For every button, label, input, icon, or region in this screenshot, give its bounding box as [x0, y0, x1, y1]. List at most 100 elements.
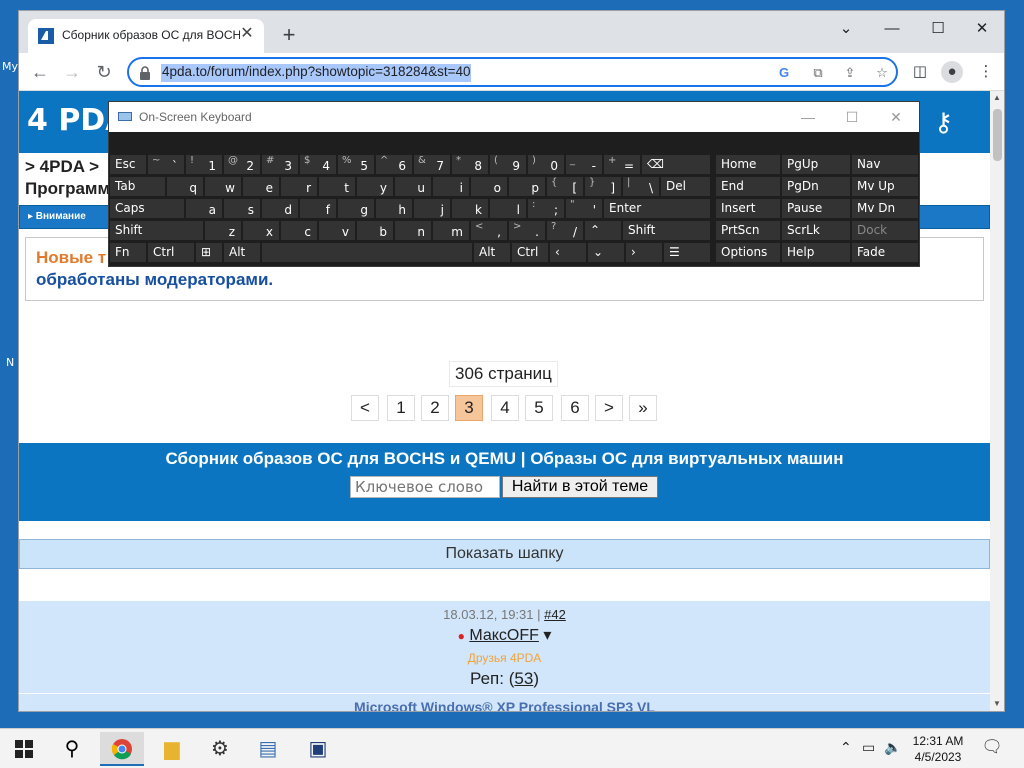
pause-key[interactable]: Pause	[781, 198, 851, 219]
address-bar[interactable]: 4pda.to/forum/index.php?showtopic=318284…	[127, 57, 898, 87]
notifications-icon[interactable]: 🗨	[980, 737, 1004, 761]
reload-button[interactable]: ↻	[91, 59, 117, 85]
fn-key[interactable]: Fn	[109, 242, 147, 263]
post-number-link[interactable]: #42	[544, 607, 566, 622]
left-ctrl-key[interactable]: Ctrl	[147, 242, 195, 263]
pages-count[interactable]: 306 страниц	[449, 361, 558, 387]
key-t[interactable]: t	[318, 176, 356, 197]
right-shift-key[interactable]: Shift	[622, 220, 711, 241]
page-scrollbar[interactable]: ▲ ▼	[990, 91, 1004, 711]
arrow-left-key[interactable]: ‹	[549, 242, 587, 263]
key-g[interactable]: g	[337, 198, 375, 219]
close-tab-icon[interactable]: ✕	[238, 25, 256, 43]
new-tab-button[interactable]: +	[278, 24, 300, 47]
right-alt-key[interactable]: Alt	[473, 242, 511, 263]
key-k[interactable]: k	[451, 198, 489, 219]
key-q[interactable]: q	[166, 176, 204, 197]
google-icon[interactable]: G	[775, 64, 793, 82]
menu-kebab-icon[interactable]: ⋮	[975, 61, 997, 83]
caps-key[interactable]: Caps	[109, 198, 185, 219]
key-f[interactable]: f	[299, 198, 337, 219]
fade-key[interactable]: Fade	[851, 242, 919, 263]
key-p[interactable]: p	[508, 176, 546, 197]
del-key[interactable]: Del	[660, 176, 711, 197]
mvdn-key[interactable]: Mv Dn	[851, 198, 919, 219]
page-button-4[interactable]: 4	[491, 395, 519, 421]
scroll-thumb[interactable]	[993, 109, 1002, 161]
key-y[interactable]: y	[356, 176, 394, 197]
key-6-row1[interactable]: ^ 6	[375, 154, 413, 175]
control-panel-icon[interactable]: ▤	[246, 732, 290, 766]
browser-tab[interactable]: Сборник образов ОС для BOCHS ✕	[28, 19, 264, 53]
page-button-5[interactable]: 5	[525, 395, 553, 421]
key-u[interactable]: u	[394, 176, 432, 197]
key-o[interactable]: o	[470, 176, 508, 197]
topic-search-button[interactable]: Найти в этой теме	[502, 476, 658, 498]
page-button-last[interactable]: »	[629, 395, 657, 421]
key-3-row1[interactable]: #3	[261, 154, 299, 175]
home-key[interactable]: Home	[715, 154, 781, 175]
close-window-button[interactable]: ✕	[959, 15, 1005, 43]
key-10-row1[interactable]: ) 0	[527, 154, 565, 175]
show-header-button[interactable]: Показать шапку	[19, 539, 990, 569]
key-4-row1[interactable]: $4	[299, 154, 337, 175]
key-i[interactable]: i	[432, 176, 470, 197]
backspace-key[interactable]: ⌫	[641, 154, 711, 175]
space-key[interactable]	[261, 242, 473, 263]
esc-key[interactable]: Esc	[109, 154, 147, 175]
page-button-3[interactable]: 3	[455, 395, 483, 421]
osk-maximize-button[interactable]: ☐	[839, 107, 865, 127]
page-button-6[interactable]: 6	[561, 395, 589, 421]
key-sym-0[interactable]: <,	[470, 220, 508, 241]
search-icon[interactable]: ⚲	[50, 732, 94, 766]
settings-gear-icon[interactable]: ⚙	[198, 732, 242, 766]
key-9-row1[interactable]: (9	[489, 154, 527, 175]
page-button-2[interactable]: 2	[421, 395, 449, 421]
key-1-row1[interactable]: ! 1	[185, 154, 223, 175]
dock-key[interactable]: Dock	[851, 220, 919, 241]
end-key[interactable]: End	[715, 176, 781, 197]
key-v[interactable]: v	[318, 220, 356, 241]
tray-overflow-chevron-icon[interactable]: ⌃	[840, 739, 852, 756]
arrow-up-key[interactable]: ⌃	[584, 220, 622, 241]
arrow-down-key[interactable]: ⌄	[587, 242, 625, 263]
volume-icon[interactable]: 🔈	[884, 739, 901, 756]
key-e[interactable]: e	[242, 176, 280, 197]
key-7-row1[interactable]: & 7	[413, 154, 451, 175]
osk-minimize-button[interactable]: —	[795, 107, 821, 127]
pgup-key[interactable]: PgUp	[781, 154, 851, 175]
profile-avatar-icon[interactable]: ●	[941, 61, 963, 83]
key-j[interactable]: j	[413, 198, 451, 219]
login-key-icon[interactable]: ⚷	[934, 107, 960, 137]
key-w[interactable]: w	[204, 176, 242, 197]
reputation-value[interactable]: 53	[514, 669, 533, 688]
key-8-row1[interactable]: * 8	[451, 154, 489, 175]
translate-icon[interactable]: ⧉	[809, 64, 827, 82]
lock-icon[interactable]	[139, 66, 151, 80]
key-z[interactable]: z	[204, 220, 242, 241]
sidepanel-icon[interactable]: ◫	[909, 61, 931, 83]
share-icon[interactable]: ⇪	[841, 64, 859, 82]
back-button[interactable]: ←	[27, 59, 53, 85]
enter-key[interactable]: Enter	[603, 198, 711, 219]
key-a[interactable]: a	[185, 198, 223, 219]
file-explorer-icon[interactable]: ▆	[150, 732, 194, 766]
topic-search-input[interactable]	[350, 476, 500, 498]
bookmark-star-icon[interactable]: ☆	[873, 64, 891, 82]
key-h[interactable]: h	[375, 198, 413, 219]
tab-key[interactable]: Tab	[109, 176, 166, 197]
mvup-key[interactable]: Mv Up	[851, 176, 919, 197]
key-2-row1[interactable]: @2	[223, 154, 261, 175]
key-d[interactable]: d	[261, 198, 299, 219]
post-author-name[interactable]: МаксOFF	[469, 627, 539, 644]
page-button-next[interactable]: >	[595, 395, 623, 421]
key-b[interactable]: b	[356, 220, 394, 241]
maximize-button[interactable]: ☐	[915, 15, 961, 43]
key-l[interactable]: l	[489, 198, 527, 219]
breadcrumb[interactable]: > 4PDA >	[25, 157, 99, 177]
key-m[interactable]: m	[432, 220, 470, 241]
key-x[interactable]: x	[242, 220, 280, 241]
key-11-row1[interactable]: _ -	[565, 154, 603, 175]
nav-key[interactable]: Nav	[851, 154, 919, 175]
key-punct-1[interactable]: " '	[565, 198, 603, 219]
